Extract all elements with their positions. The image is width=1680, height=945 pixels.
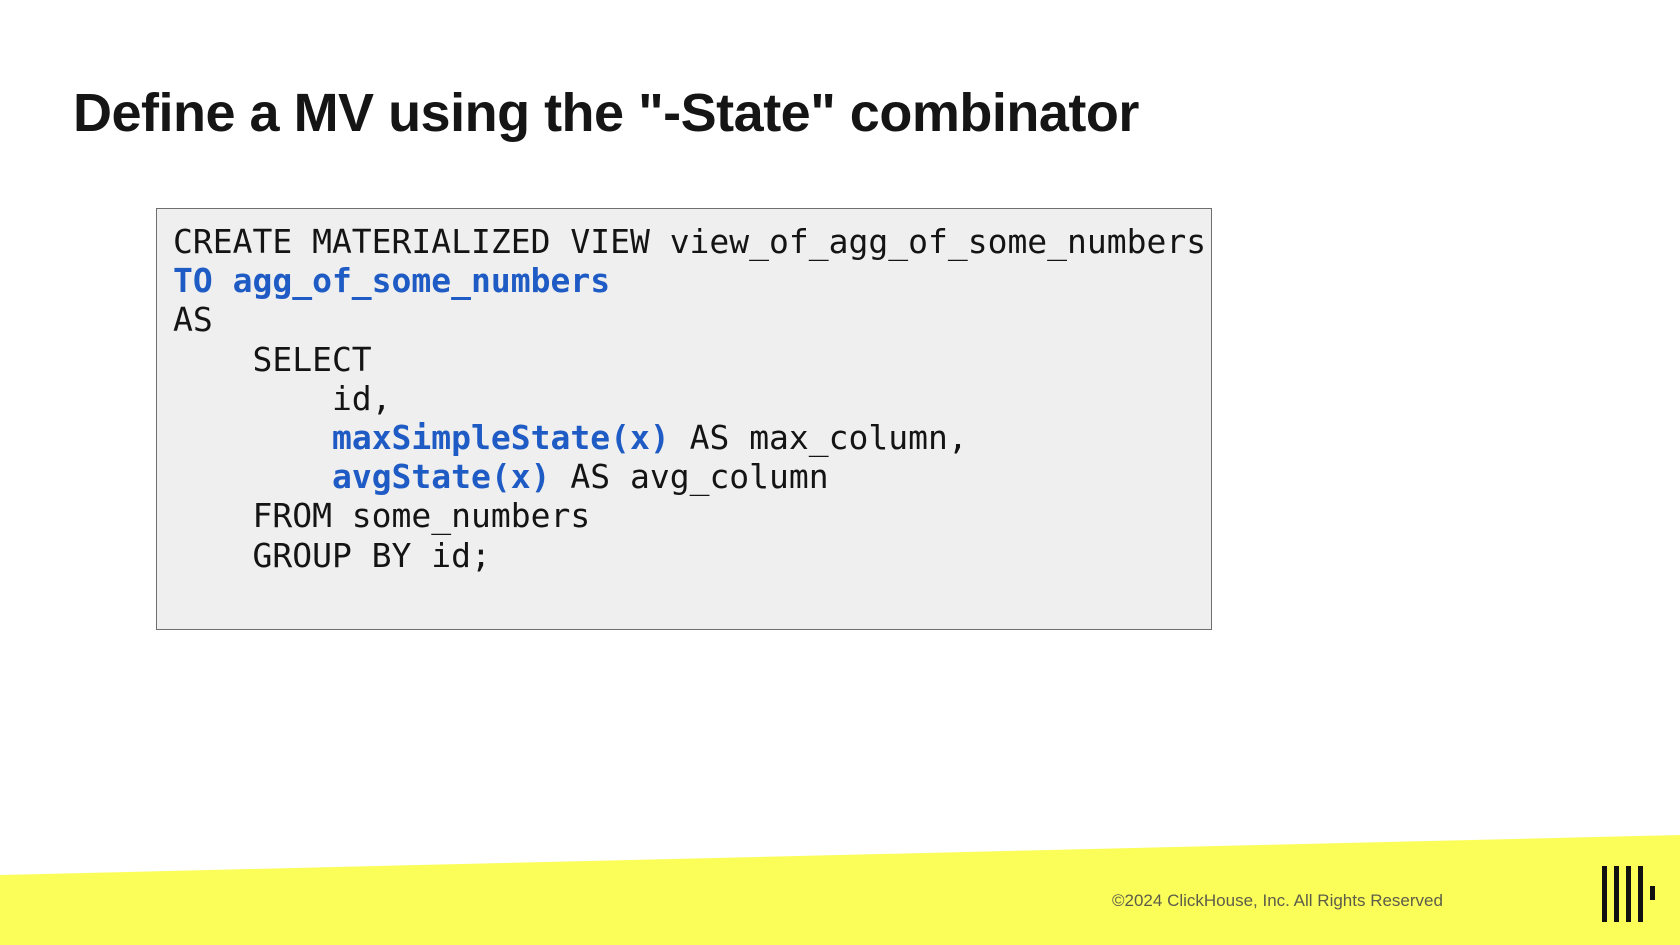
code-block: CREATE MATERIALIZED VIEW view_of_agg_of_…	[156, 208, 1212, 630]
code-highlight: maxSimpleState(x)	[331, 417, 670, 457]
footer-band-shape	[0, 835, 1680, 945]
clickhouse-logo-icon	[1600, 866, 1660, 922]
code-line: TO agg_of_some_numbers	[173, 261, 1195, 300]
code-line: avgState(x) AS avg_column	[173, 457, 1195, 496]
footer-band	[0, 835, 1680, 945]
code-line: CREATE MATERIALIZED VIEW view_of_agg_of_…	[173, 222, 1206, 261]
code-line: maxSimpleState(x) AS max_column,	[173, 418, 1195, 457]
code-text: FROM some_numbers	[173, 496, 591, 536]
code-highlight: TO agg_of_some_numbers	[173, 261, 611, 301]
code-text: SELECT	[173, 339, 372, 379]
copyright-text: ©2024 ClickHouse, Inc. All Rights Reserv…	[1112, 891, 1443, 910]
code-text: GROUP BY id;	[173, 535, 491, 575]
code-line: FROM some_numbers	[173, 496, 1195, 535]
code-text: id,	[173, 378, 392, 418]
code-text: AS	[173, 300, 213, 340]
slide-title: Define a MV using the "-State" combinato…	[73, 83, 1139, 143]
code-line: SELECT	[173, 340, 1195, 379]
slide: Define a MV using the "-State" combinato…	[0, 0, 1680, 945]
code-highlight: avgState(x)	[331, 457, 551, 497]
code-line: AS	[173, 300, 1195, 339]
code-line: id,	[173, 379, 1195, 418]
code-text: CREATE MATERIALIZED VIEW view_of_agg_of_…	[173, 222, 1207, 261]
code-text: AS max_column,	[669, 417, 968, 457]
code-text: AS avg_column	[550, 457, 829, 497]
code-line: GROUP BY id;	[173, 536, 1195, 575]
